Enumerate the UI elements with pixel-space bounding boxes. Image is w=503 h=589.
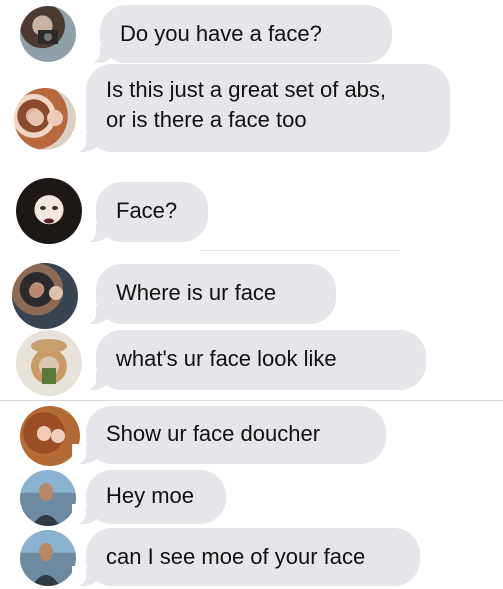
avatar[interactable] — [20, 530, 76, 586]
message-bubble: Do you have a face? — [86, 5, 392, 63]
divider — [200, 250, 400, 251]
avatar-photo-icon — [38, 30, 58, 44]
avatar[interactable] — [20, 406, 80, 466]
message-bubble: Hey moe — [72, 470, 226, 524]
divider — [0, 400, 503, 401]
avatar[interactable] — [20, 470, 76, 526]
avatar-photo-icon — [32, 483, 60, 526]
avatar-photo-icon — [32, 543, 60, 586]
message-bubble: Show ur face doucher — [72, 406, 386, 464]
message-bubble: Where is ur face — [82, 264, 336, 324]
avatar-photo-icon — [40, 206, 58, 224]
avatar[interactable] — [16, 178, 82, 244]
message-bubble: what's ur face look like — [82, 330, 426, 390]
avatar-photo-icon — [28, 110, 63, 126]
avatar[interactable] — [16, 330, 82, 396]
avatar-photo-icon — [37, 427, 65, 443]
avatar-photo-icon — [31, 339, 67, 384]
message-bubble: can I see moe of your face — [72, 528, 420, 586]
avatar[interactable] — [12, 263, 78, 329]
avatar[interactable] — [14, 88, 76, 150]
message-bubble: Face? — [82, 182, 208, 242]
avatar[interactable] — [20, 6, 76, 62]
avatar-photo-icon — [29, 284, 63, 300]
message-bubble: Is this just a great set of abs, or is t… — [72, 64, 450, 152]
